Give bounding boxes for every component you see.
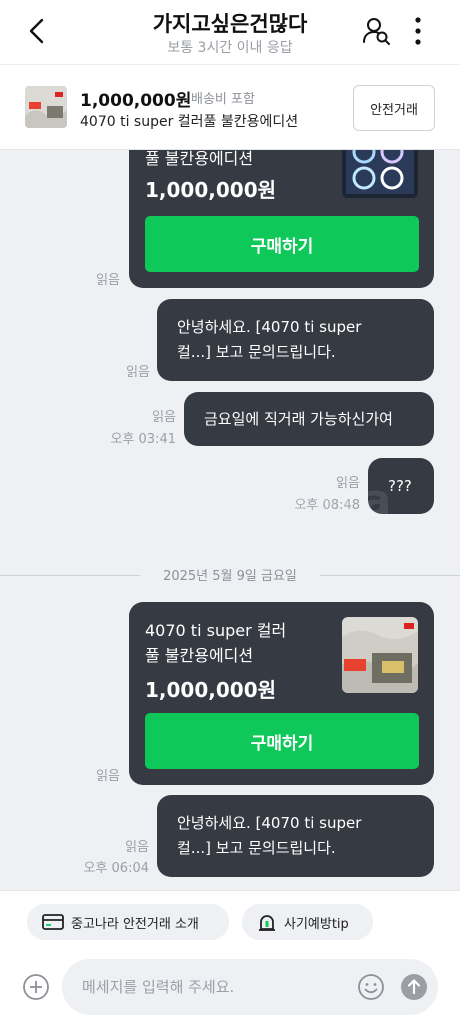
product-price: 1,000,000원 bbox=[80, 91, 192, 111]
safe-trade-intro-chip[interactable]: 중고나라 안전거래 소개 bbox=[27, 904, 229, 940]
chip-label: 사기예방tip bbox=[284, 916, 349, 932]
message-text: ??? bbox=[388, 477, 412, 495]
message-text: 금요일에 직거래 가능하신가여 bbox=[204, 410, 393, 428]
send-arrow-icon[interactable] bbox=[400, 973, 428, 1001]
product-thumbnail[interactable] bbox=[25, 86, 67, 128]
message-text: 안녕하세요. [4070 ti super bbox=[177, 318, 362, 336]
product-card-message: 4070 ti super 컬러 풀 불칸용에디션 1,000,000원 구매하… bbox=[129, 602, 434, 785]
safe-trade-button[interactable]: 안전거래 bbox=[353, 85, 435, 131]
message-bubble: ??? bbox=[368, 458, 434, 514]
read-status: 읽음 bbox=[125, 840, 149, 855]
product-card-message: 풀 불칸용에디션 1,000,000원 구매하기 bbox=[129, 150, 434, 288]
read-status: 읽음 bbox=[336, 476, 360, 491]
emoji-icon[interactable] bbox=[357, 973, 385, 1001]
card-product-image[interactable] bbox=[342, 617, 418, 693]
plus-circle-icon[interactable] bbox=[22, 973, 50, 1001]
message-text: 컬...] 보고 문의드립니다. bbox=[177, 343, 336, 361]
read-status: 읽음 bbox=[126, 365, 150, 380]
message-bubble: 안녕하세요. [4070 ti super 컬...] 보고 문의드립니다. bbox=[157, 299, 434, 381]
buy-button[interactable]: 구매하기 bbox=[145, 216, 419, 272]
product-summary-bar[interactable]: 1,000,000원 배송비 포함 4070 ti super 컬러풀 불칸용에… bbox=[0, 64, 460, 150]
user-search-icon[interactable] bbox=[362, 16, 392, 46]
date-divider: 2025년 5월 9일 금요일 bbox=[140, 565, 320, 585]
more-vertical-icon[interactable] bbox=[410, 16, 426, 46]
chat-message-list[interactable]: 풀 불칸용에디션 1,000,000원 구매하기 읽음 안녕하세요. [4070… bbox=[0, 150, 460, 890]
chip-label: 중고나라 안전거래 소개 bbox=[71, 916, 199, 932]
card-product-price: 1,000,000원 bbox=[145, 678, 277, 702]
card-product-name: 풀 불칸용에디션 bbox=[145, 150, 254, 168]
card-product-name: 풀 불칸용에디션 bbox=[145, 646, 254, 665]
card-product-price: 1,000,000원 bbox=[145, 178, 277, 202]
message-bubble: 금요일에 직거래 가능하신가여 bbox=[184, 392, 434, 446]
message-time: 오후 06:04 bbox=[83, 861, 149, 876]
chat-header: 가지고싶은건많다 보통 3시간 이내 응답 bbox=[0, 0, 460, 64]
message-bubble: 안녕하세요. [4070 ti super 컬...] 보고 문의드립니다. bbox=[157, 795, 434, 877]
card-product-image[interactable] bbox=[342, 150, 418, 198]
product-title: 4070 ti super 컬러풀 불칸용에디션 bbox=[80, 114, 299, 130]
read-status: 읽음 bbox=[96, 273, 120, 288]
card-icon bbox=[42, 914, 64, 930]
message-time: 오후 03:41 bbox=[110, 432, 176, 447]
read-status: 읽음 bbox=[152, 410, 176, 425]
message-text: 안녕하세요. [4070 ti super bbox=[177, 814, 362, 832]
shipping-note: 배송비 포함 bbox=[191, 92, 255, 107]
card-product-name: 4070 ti super 컬러 bbox=[145, 621, 287, 640]
message-time: 오후 08:48 bbox=[294, 498, 360, 513]
buy-button[interactable]: 구매하기 bbox=[145, 713, 419, 769]
fraud-prevention-chip[interactable]: 사기예방tip bbox=[242, 904, 373, 940]
read-status: 읽음 bbox=[96, 769, 120, 784]
message-text: 컬...] 보고 문의드립니다. bbox=[177, 839, 336, 857]
chat-bottom-bar: 중고나라 안전거래 소개 사기예방tip bbox=[0, 890, 460, 1024]
siren-icon bbox=[259, 915, 275, 931]
message-input-row bbox=[0, 957, 460, 1017]
